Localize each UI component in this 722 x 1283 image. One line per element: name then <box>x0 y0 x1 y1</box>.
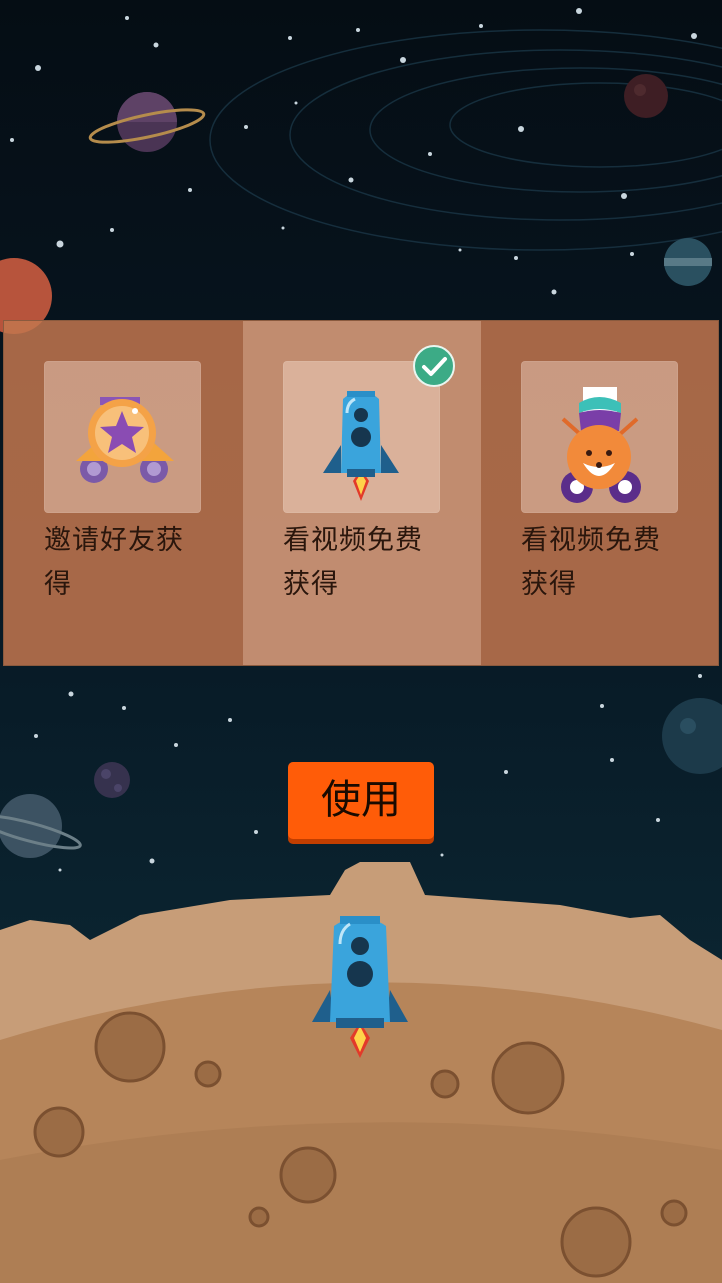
ship-selection-panel: 邀请好友获得 看视频免费获得 看视频免费获得 <box>3 320 719 666</box>
use-button[interactable]: 使用 <box>288 762 434 839</box>
ship-thumbnail <box>521 361 678 513</box>
current-ship-rocket-icon <box>312 916 408 1058</box>
selected-check-icon <box>413 345 455 387</box>
star-cart-ship-icon <box>76 397 174 483</box>
ship-option-3[interactable]: 看视频免费获得 <box>481 321 718 665</box>
ship-option-label: 看视频免费获得 <box>283 525 423 600</box>
ship-thumbnail <box>44 361 201 513</box>
game-scene: 邀请好友获得 看视频免费获得 看视频免费获得 使用 <box>0 0 722 1283</box>
ship-option-label: 邀请好友获得 <box>44 525 184 600</box>
fox-cart-ship-icon <box>561 387 641 503</box>
ship-option-1[interactable]: 邀请好友获得 <box>4 321 243 665</box>
ship-option-2[interactable]: 看视频免费获得 <box>243 321 481 665</box>
ship-option-label: 看视频免费获得 <box>521 525 661 600</box>
